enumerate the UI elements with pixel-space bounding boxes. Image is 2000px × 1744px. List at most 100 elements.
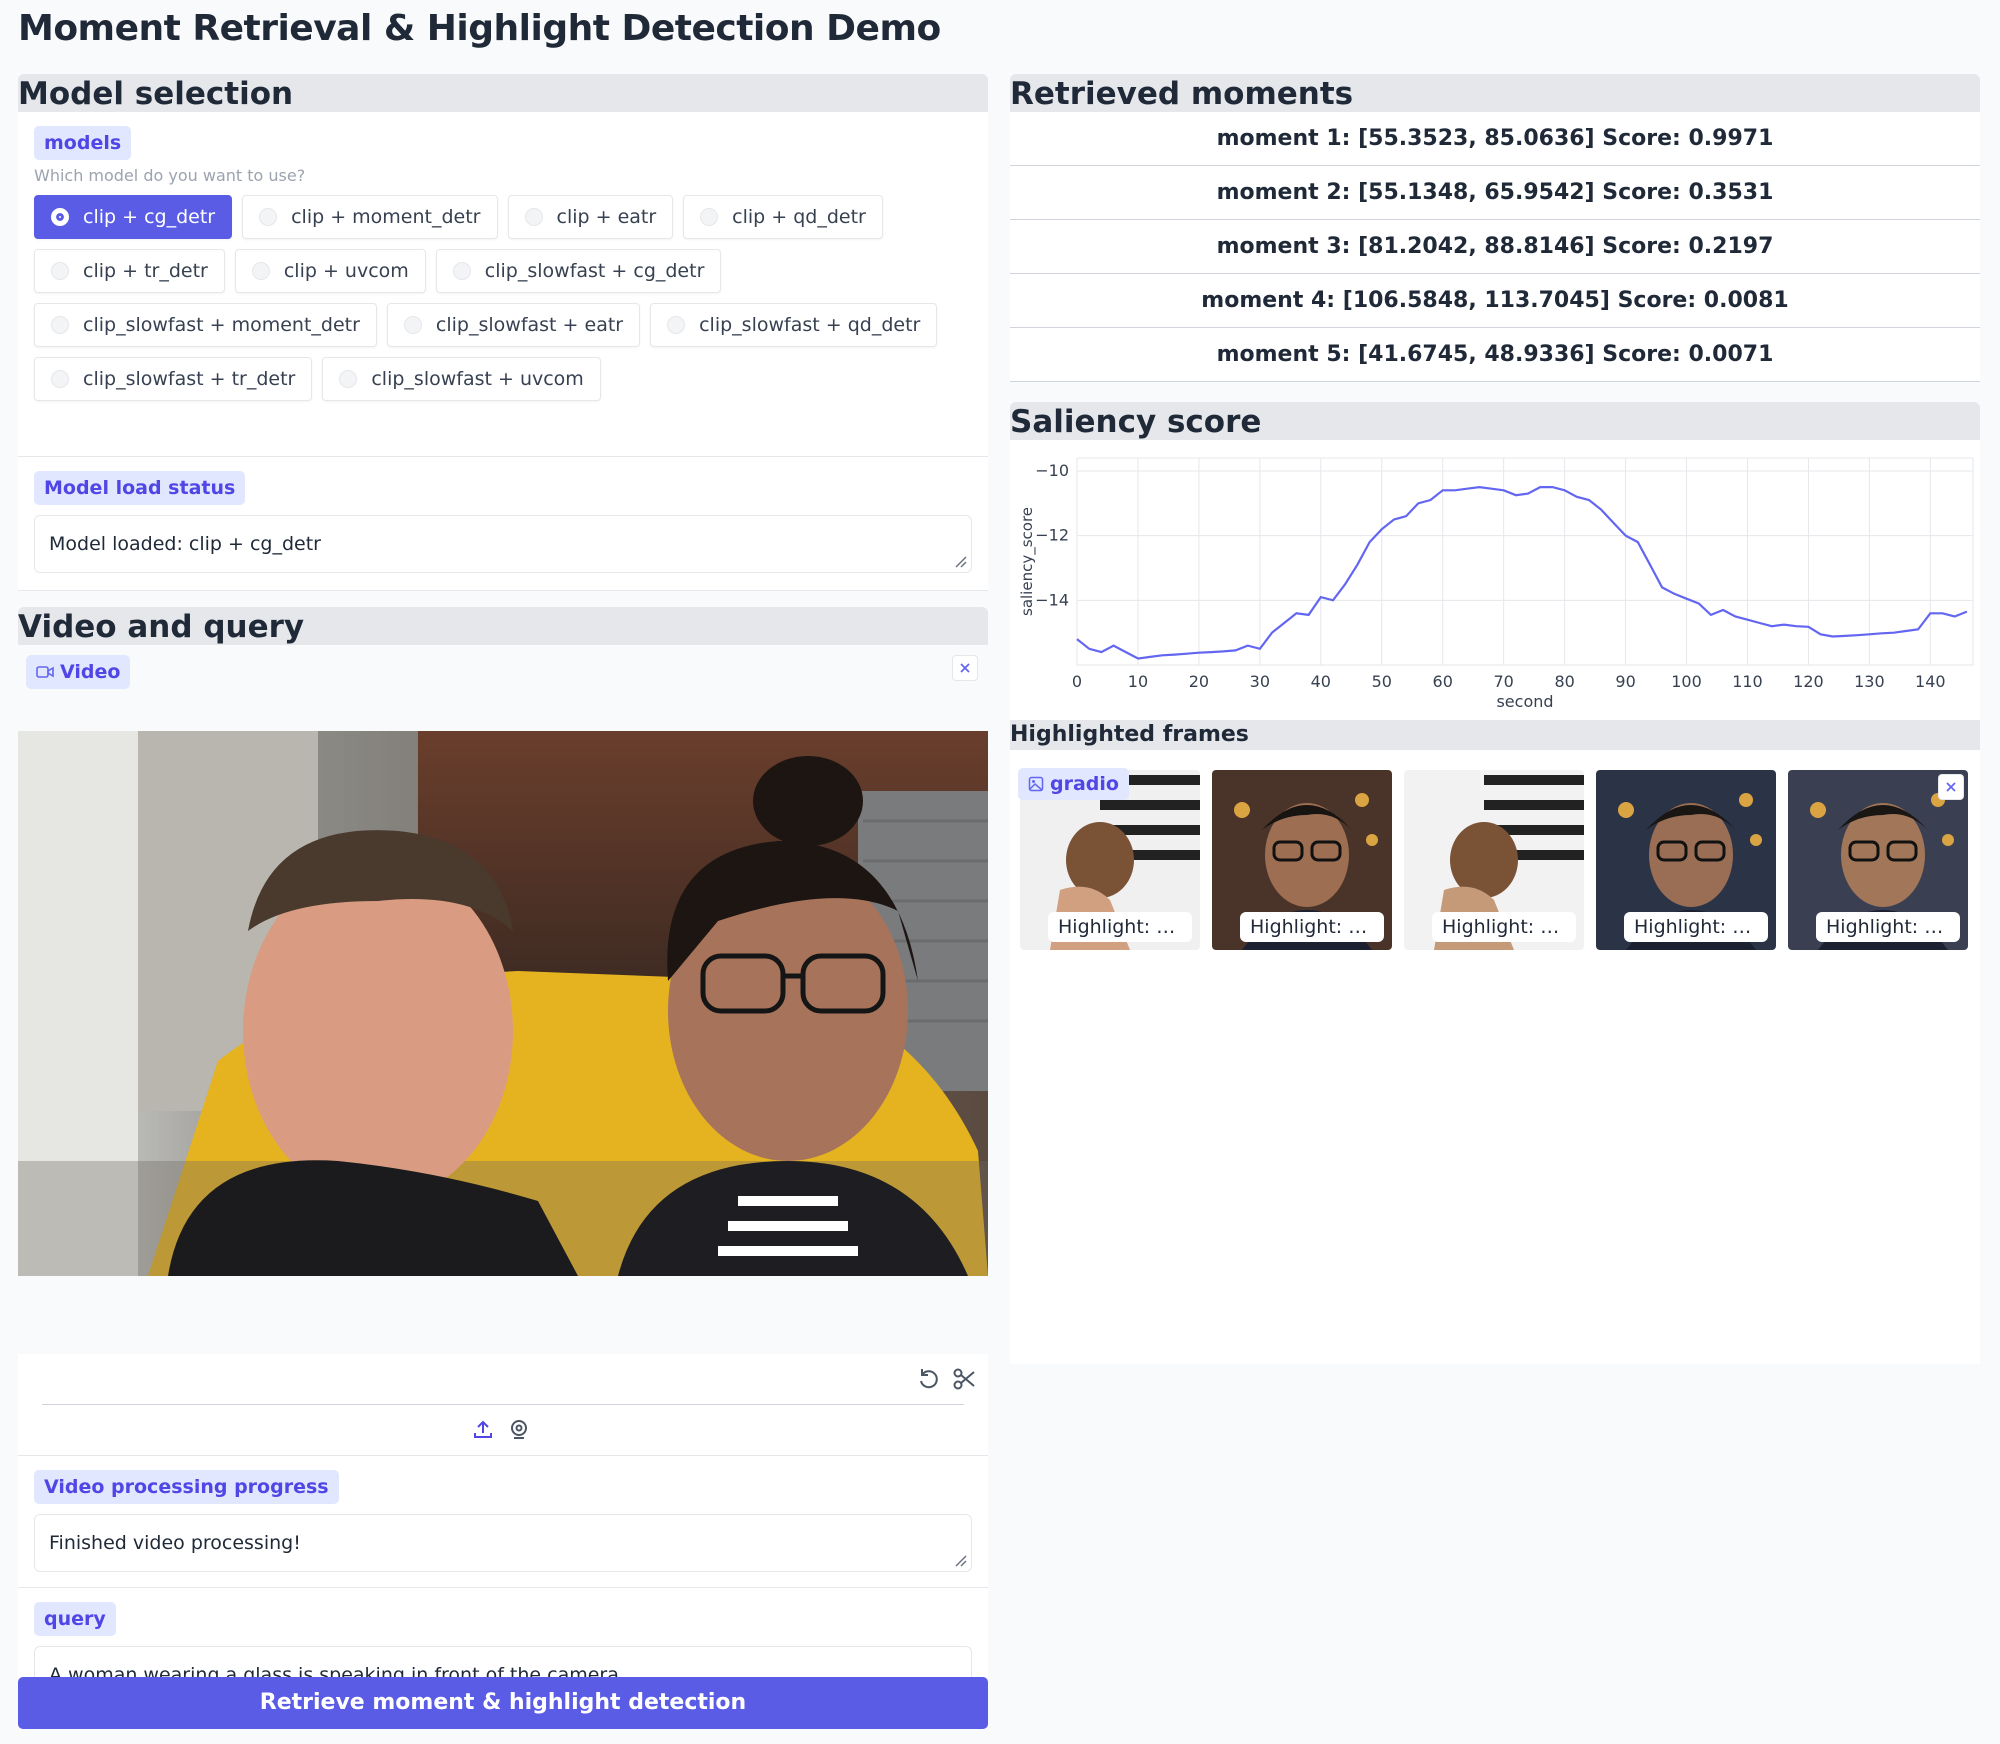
highlight-thumbnail[interactable]: Highlight: 3 ... — [1404, 770, 1584, 950]
highlight-caption: Highlight: 5 ... — [1816, 912, 1960, 942]
model-selection-heading: Model selection — [18, 74, 988, 112]
y-tick-label: −12 — [1035, 526, 1069, 545]
x-tick-label: 50 — [1372, 672, 1392, 691]
x-tick-label: 100 — [1671, 672, 1702, 691]
model-status-textbox[interactable]: Model loaded: clip + cg_detr — [34, 515, 972, 573]
model-radio-label: clip + eatr — [556, 206, 657, 228]
highlight-thumbnail[interactable]: Highlight: 2 ... — [1212, 770, 1392, 950]
x-tick-label: 80 — [1554, 672, 1574, 691]
model-radio-label: clip_slowfast + tr_detr — [83, 368, 296, 390]
radio-dot-icon[interactable] — [452, 262, 471, 280]
moment-list: moment 1: [55.3523, 85.0636] Score: 0.99… — [1010, 112, 1980, 382]
x-tick-label: 40 — [1311, 672, 1331, 691]
close-icon — [1946, 782, 1956, 792]
radio-dot-icon[interactable] — [51, 316, 69, 334]
model-selection-panel: models Which model do you want to use? c… — [18, 112, 988, 457]
radio-dot-icon[interactable] — [51, 208, 69, 226]
video-label-text: Video — [60, 661, 121, 683]
model-radio-option[interactable]: clip + eatr — [507, 195, 674, 239]
model-radio-label: clip_slowfast + cg_detr — [484, 260, 705, 282]
query-label: query — [34, 1602, 116, 1636]
model-radio-option[interactable]: clip + uvcom — [234, 249, 426, 293]
highlight-thumbnail[interactable]: Highlight: 4... — [1596, 770, 1776, 950]
highlight-caption: Highlight: 1 ... — [1048, 912, 1192, 942]
radio-dot-icon[interactable] — [259, 208, 278, 226]
radio-dot-icon[interactable] — [51, 262, 69, 280]
video-query-heading: Video and query — [18, 607, 988, 645]
radio-dot-icon[interactable] — [700, 208, 719, 226]
x-tick-label: 110 — [1732, 672, 1763, 691]
model-radio-label: clip + qd_detr — [732, 206, 866, 228]
x-tick-label: 30 — [1250, 672, 1270, 691]
model-radio-group: clip + cg_detr clip + moment_detr clip + e… — [34, 195, 972, 401]
x-tick-label: 70 — [1493, 672, 1513, 691]
highlight-caption: Highlight: 4... — [1624, 912, 1768, 942]
model-radio-label: clip + tr_detr — [83, 260, 208, 282]
gallery-clear-button[interactable] — [1938, 774, 1964, 800]
model-radio-option[interactable]: clip_slowfast + eatr — [386, 303, 641, 347]
y-tick-label: −10 — [1035, 461, 1069, 480]
model-radio-option[interactable]: clip_slowfast + qd_detr — [650, 303, 938, 347]
gallery-label-text: gradio — [1050, 773, 1119, 795]
model-radio-label: clip_slowfast + qd_detr — [699, 314, 921, 336]
model-radio-label: clip + moment_detr — [291, 206, 481, 228]
x-tick-label: 120 — [1793, 672, 1824, 691]
video-player[interactable] — [18, 731, 988, 1276]
video-clear-button[interactable] — [952, 655, 978, 681]
plot-area — [1076, 457, 1974, 666]
video-header: Video — [18, 645, 988, 717]
undo-icon[interactable] — [916, 1366, 942, 1392]
resize-handle-icon[interactable] — [953, 1553, 967, 1567]
saliency-chart: 0 10 20 30 40 50 60 70 80 90 100 110 120 130 140 −10 −12… — [1018, 457, 1974, 711]
right-column: Retrieved moments moment 1: [55.3523, 85… — [1010, 74, 1980, 1364]
moment-item: moment 1: [55.3523, 85.0636] Score: 0.99… — [1010, 112, 1980, 166]
video-label: Video — [26, 655, 131, 689]
x-tick-label: 130 — [1854, 672, 1885, 691]
retrieve-button[interactable]: Retrieve moment & highlight detection — [18, 1677, 988, 1729]
model-radio-label: clip_slowfast + moment_detr — [83, 314, 360, 336]
model-radio-option[interactable]: clip_slowfast + moment_detr — [34, 303, 377, 347]
radio-dot-icon[interactable] — [403, 316, 422, 334]
x-tick-label: 0 — [1072, 672, 1082, 691]
close-icon — [960, 663, 970, 673]
model-status-panel: Model load status Model loaded: clip + c… — [18, 457, 988, 591]
moment-item: moment 2: [55.1348, 65.9542] Score: 0.35… — [1010, 166, 1980, 220]
radio-dot-icon[interactable] — [339, 370, 358, 388]
radio-dot-icon[interactable] — [251, 262, 270, 280]
x-tick-label: 140 — [1915, 672, 1946, 691]
video-progress-value: Finished video processing! — [49, 1532, 301, 1554]
webcam-icon[interactable] — [508, 1418, 530, 1440]
video-frame-image — [18, 731, 988, 1276]
image-icon — [1028, 776, 1044, 792]
model-status-label: Model load status — [34, 471, 246, 505]
video-progress-textbox[interactable]: Finished video processing! — [34, 1514, 972, 1572]
model-radio-option[interactable]: clip_slowfast + uvcom — [322, 357, 601, 401]
model-radio-option[interactable]: clip + moment_detr — [242, 195, 498, 239]
model-radio-option[interactable]: clip_slowfast + cg_detr — [435, 249, 722, 293]
model-radio-option[interactable]: clip_slowfast + tr_detr — [34, 357, 313, 401]
moment-item: moment 5: [41.6745, 48.9336] Score: 0.00… — [1010, 328, 1980, 382]
radio-dot-icon[interactable] — [51, 370, 69, 388]
y-tick-label: −14 — [1035, 590, 1069, 609]
x-tick-label: 60 — [1433, 672, 1453, 691]
highlighted-frames-heading: Highlighted frames — [1010, 720, 1980, 750]
retrieved-moments-heading: Retrieved moments — [1010, 74, 1980, 112]
y-axis-label: saliency_score — [1018, 507, 1037, 616]
highlight-caption: Highlight: 2 ... — [1240, 912, 1384, 942]
x-tick-label: 20 — [1189, 672, 1209, 691]
model-status-value: Model loaded: clip + cg_detr — [49, 533, 321, 555]
model-radio-label: clip_slowfast + uvcom — [371, 368, 584, 390]
x-axis-label: second — [1496, 692, 1553, 711]
model-radio-option[interactable]: clip + tr_detr — [34, 249, 225, 293]
radio-dot-icon[interactable] — [667, 316, 686, 334]
radio-dot-icon[interactable] — [524, 208, 543, 226]
saliency-heading: Saliency score — [1010, 402, 1980, 440]
model-radio-option[interactable]: clip + qd_detr — [683, 195, 883, 239]
moment-item: moment 3: [81.2042, 88.8146] Score: 0.21… — [1010, 220, 1980, 274]
moment-item: moment 4: [106.5848, 113.7045] Score: 0.… — [1010, 274, 1980, 328]
video-progress-panel: Video processing progress Finished video… — [18, 1456, 988, 1588]
upload-icon[interactable] — [472, 1418, 494, 1440]
trim-scissors-icon[interactable] — [952, 1366, 978, 1392]
resize-handle-icon[interactable] — [953, 554, 967, 568]
model-radio-option[interactable]: clip + cg_detr — [34, 195, 233, 239]
